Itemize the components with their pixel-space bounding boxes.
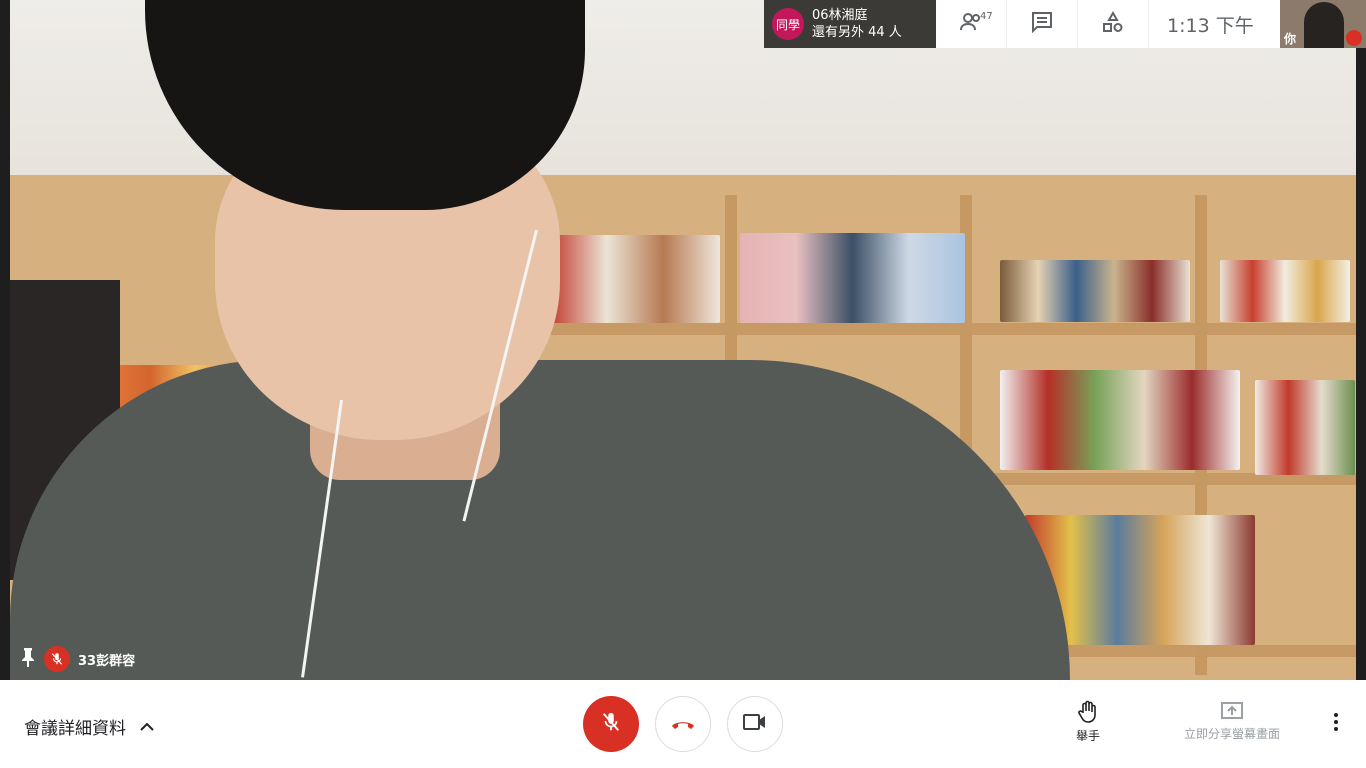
top-toolbar: 47 1:13 下午 <box>936 0 1280 48</box>
books <box>1220 260 1350 322</box>
books <box>1000 370 1240 470</box>
active-speaker-chip[interactable]: 同學 06林湘庭 還有另外 44 人 <box>764 0 936 48</box>
activities-button[interactable] <box>1078 0 1149 48</box>
participants-button[interactable]: 47 <box>936 0 1007 48</box>
camera-icon <box>743 713 767 735</box>
present-label: 立即分享螢幕畫面 <box>1183 727 1280 741</box>
raise-hand-button[interactable]: 舉手 <box>1062 700 1114 744</box>
hand-icon <box>1062 700 1114 727</box>
meeting-details-label: 會議詳細資料 <box>24 719 126 739</box>
books <box>1255 380 1355 475</box>
boxes <box>550 235 720 323</box>
present-now-button[interactable]: 立即分享螢幕畫面 <box>1170 700 1294 742</box>
books <box>1000 260 1190 322</box>
self-video <box>1304 2 1344 48</box>
participant-name: 33彭群容 <box>78 653 136 669</box>
present-icon <box>1170 700 1294 725</box>
meeting-details-button[interactable]: 會議詳細資料 <box>24 714 154 739</box>
hangup-icon <box>670 715 696 734</box>
chat-icon <box>1031 11 1053 37</box>
more-icon <box>1333 712 1339 736</box>
boxes <box>740 233 965 323</box>
participant-count: 47 <box>980 11 993 22</box>
raise-hand-label: 舉手 <box>1075 729 1100 743</box>
pin-icon[interactable] <box>20 647 36 671</box>
tile-label: 33彭群容 <box>20 646 135 672</box>
leave-call-button[interactable] <box>655 696 711 752</box>
chat-button[interactable] <box>1007 0 1078 48</box>
mic-toggle-button[interactable] <box>583 696 639 752</box>
video-border-left <box>0 0 10 680</box>
others-count: 還有另外 44 人 <box>812 25 902 40</box>
person-shirt <box>10 360 1070 680</box>
mic-off-icon <box>44 646 70 672</box>
chevron-up-icon <box>140 717 154 737</box>
speaker-name: 06林湘庭 <box>812 8 868 23</box>
clock: 1:13 下午 <box>1167 14 1254 37</box>
video-border-right <box>1356 0 1366 680</box>
camera-toggle-button[interactable] <box>727 696 783 752</box>
activities-icon <box>1102 10 1124 37</box>
more-options-button[interactable] <box>1324 710 1348 738</box>
mic-off-icon <box>600 711 622 737</box>
mic-off-icon <box>1346 30 1362 46</box>
main-video-tile[interactable]: 33彭群容 <box>10 0 1356 680</box>
self-label: 你 <box>1284 32 1297 46</box>
avatar: 同學 <box>772 8 804 40</box>
